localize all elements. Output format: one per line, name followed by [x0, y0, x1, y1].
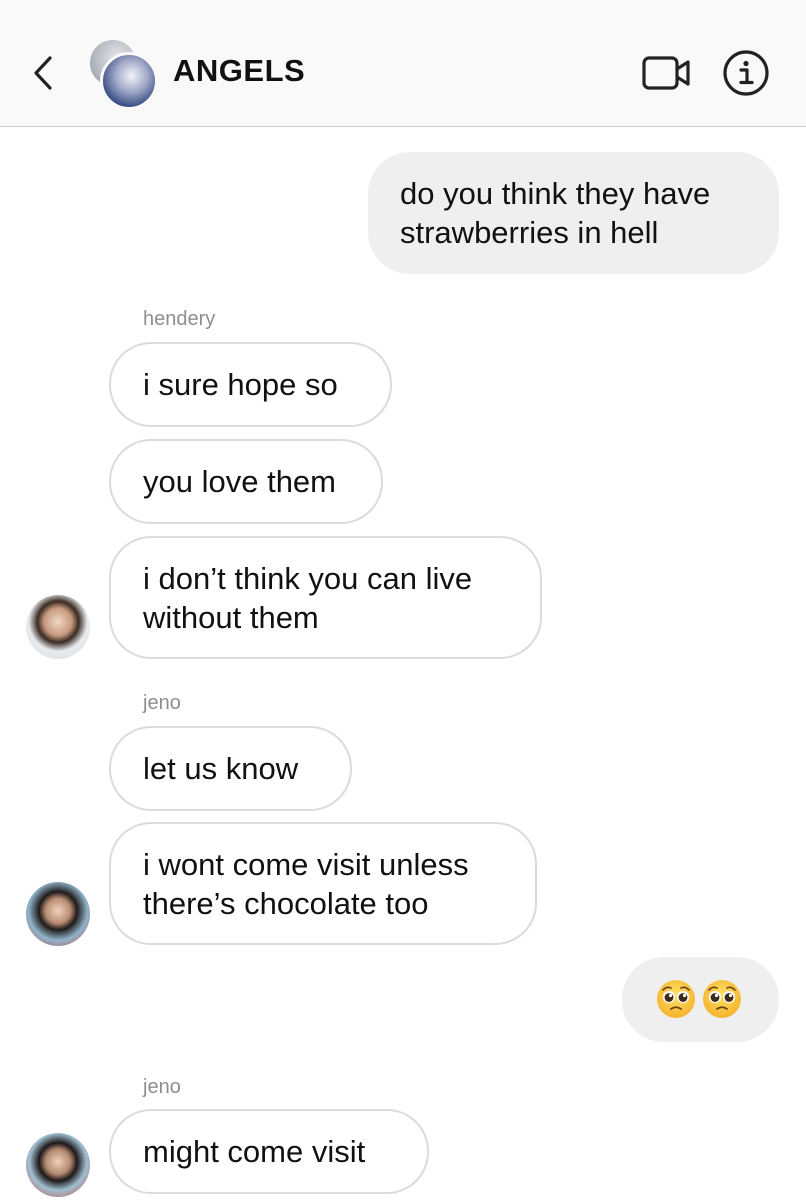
message-bubble-incoming[interactable]: let us know: [109, 726, 352, 811]
message-line: there’s chocolate too: [143, 886, 429, 921]
message-line: you love them: [143, 464, 336, 499]
message-line: strawberries in hell: [400, 215, 659, 250]
video-camera-icon: [642, 56, 690, 90]
message-bubble-outgoing[interactable]: [622, 957, 779, 1042]
back-button[interactable]: [26, 52, 62, 94]
message-line: let us know: [143, 751, 299, 786]
message-bubble-incoming[interactable]: i don’t think you can live without them: [109, 536, 542, 659]
message-bubble-incoming[interactable]: i wont come visit unless there’s chocola…: [109, 822, 537, 945]
chat-title[interactable]: ANGELS: [173, 53, 305, 89]
group-avatar-photo-front: [100, 52, 158, 110]
info-button[interactable]: [722, 49, 770, 97]
sender-name: jeno: [143, 1076, 181, 1098]
message-bubble-outgoing[interactable]: do you think they have strawberries in h…: [368, 152, 779, 274]
message-bubble-incoming[interactable]: you love them: [109, 439, 383, 524]
group-avatar[interactable]: [88, 38, 158, 110]
pleading-face-emoji: [703, 980, 741, 1018]
video-call-button[interactable]: [642, 54, 692, 92]
sender-name: hendery: [143, 308, 216, 330]
message-bubble-incoming[interactable]: might come visit: [109, 1109, 429, 1194]
message-line: i don’t think you can live: [143, 561, 473, 596]
message-bubble-incoming[interactable]: i sure hope so: [109, 342, 392, 427]
sender-name: jeno: [143, 692, 181, 714]
message-line: without them: [143, 600, 319, 635]
avatar-jeno[interactable]: [26, 1133, 90, 1197]
chevron-left-icon: [34, 56, 52, 90]
message-line: might come visit: [143, 1134, 366, 1169]
pleading-face-emoji: [657, 980, 695, 1018]
info-icon: [723, 50, 769, 96]
avatar-hendery[interactable]: [26, 595, 90, 659]
chat-header: ANGELS: [0, 0, 806, 127]
message-line: i wont come visit unless: [143, 847, 469, 882]
emoji-row: [656, 973, 779, 1019]
avatar-jeno[interactable]: [26, 882, 90, 946]
message-line: do you think they have: [400, 176, 711, 211]
message-line: i sure hope so: [143, 367, 338, 402]
